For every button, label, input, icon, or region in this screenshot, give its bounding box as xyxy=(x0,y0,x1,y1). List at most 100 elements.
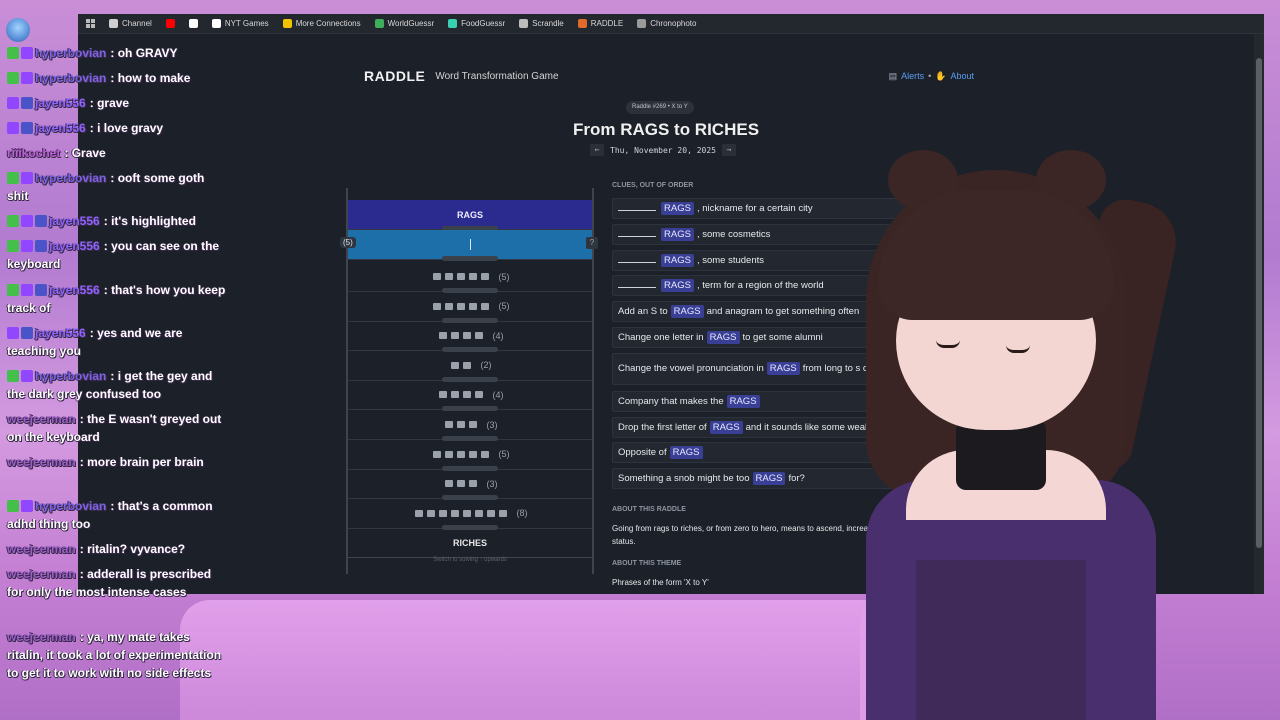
chat-colon: : xyxy=(89,326,98,340)
chat-text: grave xyxy=(97,96,130,110)
step-length: (3) xyxy=(486,478,498,489)
chat-username[interactable]: hyperbovian xyxy=(35,46,106,60)
clue-suffix: , some cosmetics xyxy=(696,228,771,240)
next-day-button[interactable]: → xyxy=(721,144,736,156)
letter-slot xyxy=(438,509,447,517)
bookmark-item[interactable]: RADDLE xyxy=(577,19,624,28)
nav-separator: • xyxy=(928,71,932,81)
letter-slot xyxy=(456,302,465,310)
chat-username[interactable]: jayen556 xyxy=(35,96,86,110)
letter-slot xyxy=(480,302,489,310)
page-scrollbar[interactable] xyxy=(1254,34,1264,594)
chat-message: hyperbovian: that's a common adhd thing … xyxy=(7,497,227,533)
clue-text: Company that makes the RAGS xyxy=(618,394,763,408)
chat-username[interactable]: jayen556 xyxy=(49,283,100,297)
chat-username[interactable]: weejeerman xyxy=(7,542,76,556)
clue-keyword: RAGS xyxy=(670,305,704,319)
chat-message: jayen556: grave xyxy=(7,94,227,112)
switch-direction-link[interactable]: Switch to solving ↑ upwards xyxy=(348,557,592,563)
step-length: (8) xyxy=(516,508,528,519)
bookmark-item[interactable]: FoodGuessr xyxy=(448,19,505,28)
puzzle-badge: Raddle #269 • X to Y xyxy=(626,101,694,114)
letter-slot xyxy=(474,332,483,340)
chat-message: hyperbovian: how to make xyxy=(7,69,227,87)
scrollbar-thumb[interactable] xyxy=(1256,58,1262,548)
clue-keyword: RAGS xyxy=(752,472,786,486)
clue-blank xyxy=(618,203,656,211)
bookmark-item[interactable]: WorldGuessr xyxy=(374,19,435,28)
chat-username[interactable]: jayen556 xyxy=(35,121,86,135)
raddle-logo[interactable]: RADDLE xyxy=(364,68,425,84)
word-ladder: RAGS (5) ? (5) (5) (4) (2) (4) (3) (5) (3) (8) RI… xyxy=(340,188,598,574)
chat-username[interactable]: hyperbovian xyxy=(35,171,106,185)
chat-colon: : xyxy=(79,630,88,644)
about-link[interactable]: About xyxy=(950,71,974,81)
clue-text: RAGS, term for a region of the world xyxy=(618,279,824,293)
bookmark-icon xyxy=(374,19,384,28)
chat-username[interactable]: jayen556 xyxy=(49,239,100,253)
letter-slot xyxy=(474,509,483,517)
step-length: (3) xyxy=(486,419,498,430)
letter-slot xyxy=(456,480,465,488)
clue-suffix: , term for a region of the world xyxy=(696,280,824,292)
bookmark-label: WorldGuessr xyxy=(387,19,435,28)
bookmark-item[interactable]: Scrandle xyxy=(519,19,564,28)
prime-badge-icon xyxy=(21,215,33,227)
chat-username[interactable]: hyperbovian xyxy=(35,499,106,513)
clue-text: RAGS, nickname for a certain city xyxy=(618,202,813,215)
chat-colon: : xyxy=(64,146,72,160)
bookmarks-bar: Channel NYT Games More Connections WorldGue… xyxy=(78,14,1264,34)
chat-colon: : xyxy=(79,455,88,469)
avatar-crop-top xyxy=(916,560,1086,720)
hint-icon[interactable]: ? xyxy=(586,237,598,249)
letter-slot xyxy=(480,273,489,280)
clues-heading: CLUES, OUT OF ORDER xyxy=(612,182,694,189)
chat-username[interactable]: jayen556 xyxy=(49,214,100,228)
chat-username[interactable]: weejeerman xyxy=(7,630,76,644)
chat-message: weejeerman: more brain per brain xyxy=(7,453,227,471)
sub-badge-icon xyxy=(35,215,47,227)
chat-username[interactable]: weejeerman xyxy=(7,567,76,581)
chat-text: oh GRAVY xyxy=(117,46,178,60)
clue-keyword: RAGS xyxy=(709,420,743,434)
chat-text: how to make xyxy=(117,71,191,85)
clue-text: Add an S to RAGS and anagram to get someth… xyxy=(618,305,859,319)
bookmark-icon xyxy=(448,19,458,28)
chat-username[interactable]: hyperbovian xyxy=(35,71,106,85)
green-badge-icon xyxy=(7,72,19,84)
chat-message: hyperbovian: oh GRAVY xyxy=(7,44,227,62)
bookmark-item[interactable]: More Connections xyxy=(282,19,361,28)
chat-text: it's highlighted xyxy=(111,214,196,228)
prime-badge-icon xyxy=(21,47,33,59)
chat-username[interactable]: jayen556 xyxy=(35,326,86,340)
chat-username[interactable]: weejeerman xyxy=(7,455,76,469)
clue-keyword: RAGS xyxy=(669,446,703,460)
green-badge-icon xyxy=(7,500,19,512)
prev-day-button[interactable]: ← xyxy=(590,144,604,156)
step-length: (5) xyxy=(498,301,510,312)
letter-slot xyxy=(468,302,477,310)
clue-suffix: , nickname for a certain city xyxy=(696,203,813,214)
letter-slot xyxy=(468,450,477,458)
bookmark-label: RADDLE xyxy=(590,19,624,28)
prime-badge-icon xyxy=(7,327,19,339)
alerts-link[interactable]: Alerts xyxy=(901,71,924,81)
chat-username[interactable]: hyperbovian xyxy=(35,369,106,383)
step-length: (2) xyxy=(480,360,492,371)
chat-message: hyperbovian: i get the gey and the dark … xyxy=(7,367,227,403)
chat-text: i love gravy xyxy=(97,121,164,135)
about-heading: ABOUT THIS RADDLE xyxy=(612,506,686,513)
letter-slot xyxy=(462,332,471,340)
green-badge-icon xyxy=(7,47,19,59)
bookmark-item[interactable]: Chronophoto xyxy=(637,19,696,28)
raddle-header: RADDLE Word Transformation Game ▤ Alerts… xyxy=(364,64,974,88)
letter-slot xyxy=(462,391,471,399)
chat-message: weejeerman: ya, my mate takes ritalin, i… xyxy=(7,628,227,682)
step-length: (5) xyxy=(498,271,510,282)
prime-badge-icon xyxy=(21,370,33,382)
chat-username[interactable]: riiikochet xyxy=(7,146,60,160)
start-word: RAGS xyxy=(456,209,483,220)
clue-keyword: RAGS xyxy=(661,253,694,267)
chat-username[interactable]: weejeerman xyxy=(7,412,76,426)
clue-keyword: RAGS xyxy=(726,394,760,408)
